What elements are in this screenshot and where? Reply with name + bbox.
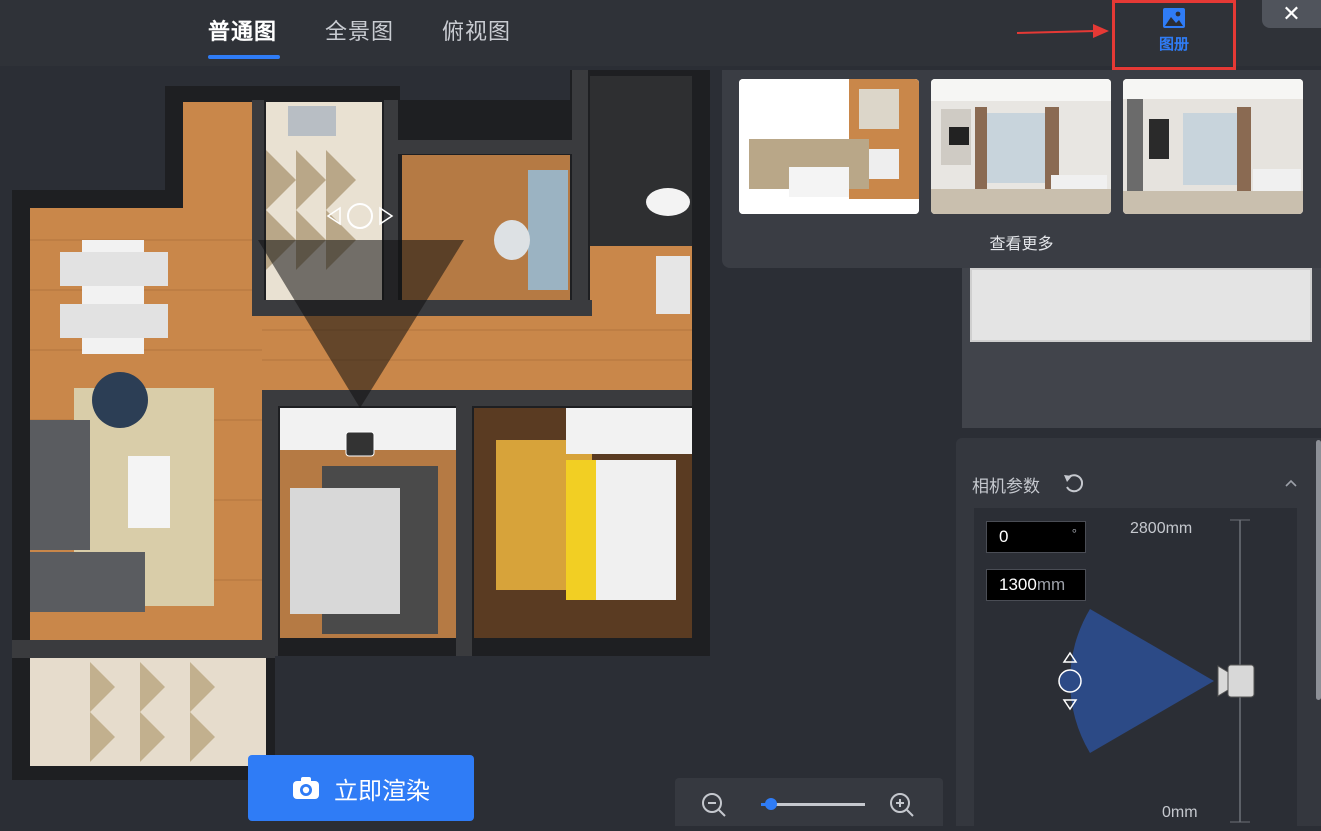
tab-top-view[interactable]: 俯视图 [442, 14, 511, 46]
close-button[interactable]: ✕ [1262, 0, 1321, 28]
camera-icon [293, 777, 319, 799]
close-icon: ✕ [1282, 1, 1301, 26]
angle-value: 0 [999, 527, 1009, 546]
view-more-label: 查看更多 [989, 236, 1054, 253]
height-value: 1300 [999, 575, 1037, 594]
reset-icon[interactable] [1062, 472, 1086, 494]
album-gallery-popup: 查看更多 [722, 70, 1321, 268]
thumbnail-livingroom-image [931, 79, 1111, 214]
thumbnail-topview-image [739, 79, 919, 214]
annotation-arrow [1016, 24, 1109, 38]
zoom-slider-handle[interactable] [765, 798, 778, 810]
tab-panorama-view[interactable]: 全景图 [325, 14, 394, 46]
floor-plan-area[interactable] [0, 66, 722, 826]
chevron-up-icon[interactable] [1284, 478, 1298, 488]
render-now-button[interactable]: 立即渲染 [248, 755, 474, 821]
zoom-out-icon[interactable] [701, 792, 727, 818]
floor-plan[interactable] [0, 66, 722, 826]
render-now-label: 立即渲染 [334, 777, 430, 805]
camera-params-title: 相机参数 [972, 477, 1040, 496]
right-panel-scrollbar[interactable] [1316, 440, 1321, 700]
thumbnail-livingroom-alt-image [1123, 79, 1303, 214]
image-icon [1163, 8, 1185, 28]
gallery-thumbnail-2[interactable] [931, 79, 1111, 214]
zoom-in-icon[interactable] [889, 792, 915, 818]
zoom-bar [675, 778, 943, 826]
gallery-thumbnail-1[interactable] [739, 79, 919, 214]
camera-height-diagram[interactable] [1050, 516, 1310, 826]
tab-normal-view[interactable]: 普通图 [208, 14, 277, 46]
album-label: 图册 [1158, 36, 1189, 53]
album-button[interactable]: 图册 [1112, 0, 1236, 70]
active-tab-indicator [208, 55, 280, 59]
gallery-thumbnail-3[interactable] [1123, 79, 1303, 214]
view-more-link[interactable]: 查看更多 [722, 220, 1321, 264]
preview-placeholder [970, 268, 1312, 342]
